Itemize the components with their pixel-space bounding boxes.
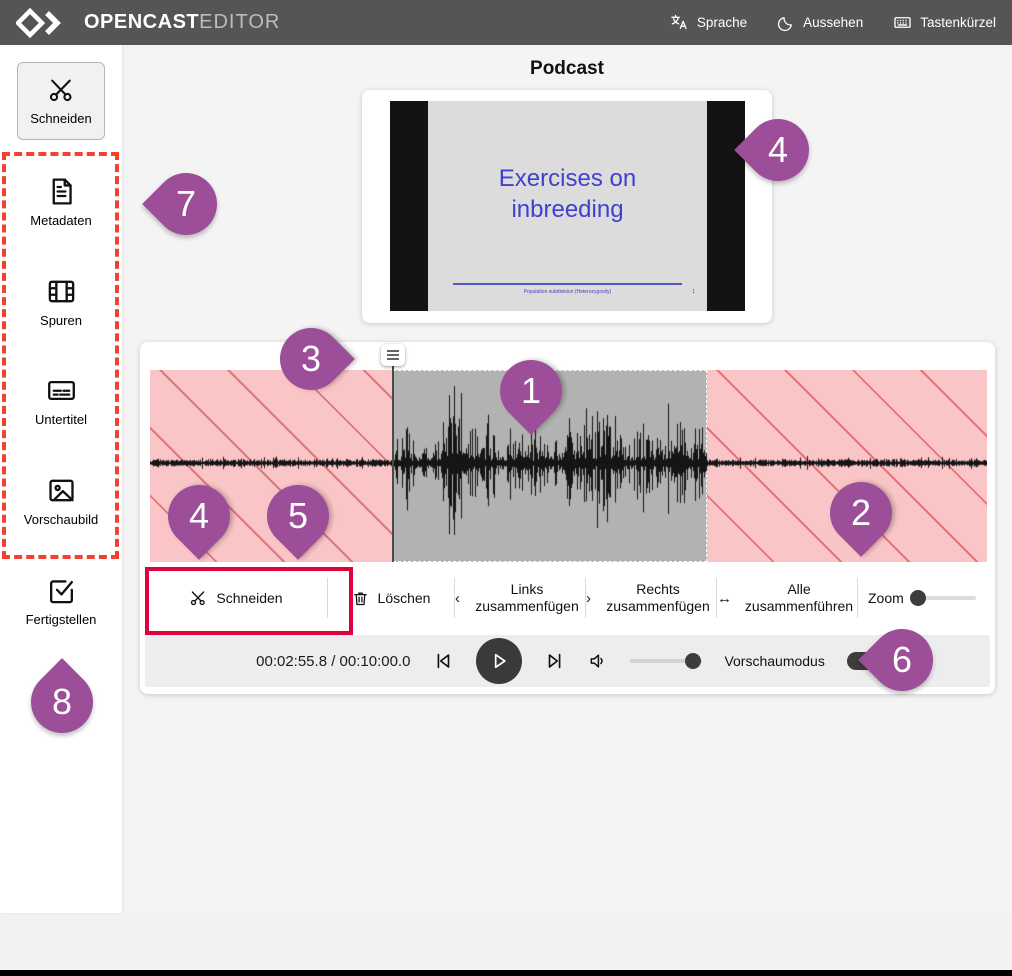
merge-all-label: Alle zusammenführen xyxy=(741,581,857,616)
sidebar-item-label: Untertitel xyxy=(35,412,87,427)
slide-divider-line xyxy=(453,283,682,285)
zoom-slider-knob[interactable] xyxy=(910,590,926,606)
brand-text: OPENCASTEDITOR xyxy=(84,11,280,34)
skip-back-button[interactable] xyxy=(432,650,454,672)
sidebar-item-untertitel[interactable]: Untertitel xyxy=(0,375,122,427)
footer-strip xyxy=(0,913,1012,970)
checkbox-check-icon xyxy=(46,575,77,606)
top-menu: Sprache Aussehen Tastenkürzel xyxy=(670,13,996,32)
play-button[interactable] xyxy=(476,638,522,684)
brand-primary: OPENCAST xyxy=(84,11,199,33)
brand-secondary: EDITOR xyxy=(199,11,280,33)
main-content: Podcast Exercises on inbreeding Populati… xyxy=(122,45,1012,913)
delete-button-label: Löschen xyxy=(378,590,431,606)
timeline-waveform-area xyxy=(150,370,987,562)
preview-mode-label: Vorschaumodus xyxy=(724,653,824,669)
volume-slider-knob[interactable] xyxy=(685,653,701,669)
merge-left-label: Links zusammenfügen xyxy=(469,581,585,616)
cutting-actions-row: Schneiden Löschen ‹ Links zusammenfügen … xyxy=(145,566,990,630)
appearance-button[interactable]: Aussehen xyxy=(777,14,863,32)
slide-title: Exercises on inbreeding xyxy=(428,163,707,225)
shortcuts-button[interactable]: Tastenkürzel xyxy=(893,13,996,32)
sidebar-item-label: Vorschaubild xyxy=(24,512,98,527)
pillarbox-right xyxy=(707,101,745,311)
top-bar: OPENCASTEDITOR Sprache Aussehen xyxy=(0,0,1012,45)
film-icon xyxy=(46,276,77,307)
deleted-hatch-pattern xyxy=(707,370,987,562)
arrow-both-icon: ↔ xyxy=(717,590,732,607)
video-slide: Exercises on inbreeding Population subdi… xyxy=(428,101,707,311)
time-display: 00:02:55.8 / 00:10:00.0 xyxy=(256,653,410,670)
sidebar-item-schneiden[interactable]: Schneiden xyxy=(17,62,105,140)
chevron-left-icon: ‹ xyxy=(455,590,460,607)
zoom-label: Zoom xyxy=(868,590,904,606)
slide-page-number: 1 xyxy=(692,289,695,295)
language-label: Sprache xyxy=(697,15,747,30)
trash-icon xyxy=(352,590,369,607)
language-button[interactable]: Sprache xyxy=(670,13,747,32)
pillarbox-left xyxy=(390,101,428,311)
slide-footer: Population subdivision (Heterozygosity) xyxy=(428,289,707,295)
shortcuts-label: Tastenkürzel xyxy=(920,15,996,30)
image-icon xyxy=(46,475,77,506)
moon-icon xyxy=(777,14,795,32)
delete-button[interactable]: Löschen xyxy=(328,566,454,630)
merge-left-button[interactable]: ‹ Links zusammenfügen xyxy=(455,566,585,630)
document-icon xyxy=(46,176,77,207)
playback-bar: 00:02:55.8 / 00:10:00.0 xyxy=(145,635,990,687)
timeline-card: Schneiden Löschen ‹ Links zusammenfügen … xyxy=(140,342,995,694)
sidebar-item-vorschaubild[interactable]: Vorschaubild xyxy=(0,475,122,527)
opencast-editor-app: OPENCASTEDITOR Sprache Aussehen xyxy=(0,0,1012,976)
sidebar-item-fertigstellen[interactable]: Fertigstellen xyxy=(0,575,122,627)
segment-active[interactable] xyxy=(393,370,707,562)
sidebar-item-label: Metadaten xyxy=(30,213,91,228)
bottom-black-bar xyxy=(0,970,1012,976)
scissors-icon xyxy=(189,589,207,607)
appearance-label: Aussehen xyxy=(803,15,863,30)
subtitles-icon xyxy=(46,375,77,406)
merge-all-button[interactable]: ↔ Alle zusammenführen xyxy=(717,566,857,630)
volume-slider[interactable] xyxy=(630,659,702,663)
opencast-logo: OPENCASTEDITOR xyxy=(16,8,280,38)
segment-deleted-left[interactable] xyxy=(150,370,393,562)
opencast-diamond-icon xyxy=(16,8,74,38)
preview-mode-toggle[interactable] xyxy=(847,652,879,670)
video-player[interactable]: Exercises on inbreeding Population subdi… xyxy=(390,101,745,311)
skip-forward-button[interactable] xyxy=(544,650,566,672)
zoom-control: Zoom xyxy=(858,590,990,606)
scissors-icon xyxy=(47,76,75,104)
sidebar-item-label: Spuren xyxy=(40,313,82,328)
play-icon xyxy=(489,651,509,671)
speaker-icon xyxy=(588,651,608,671)
segment-deleted-right[interactable] xyxy=(707,370,987,562)
chevron-right-icon: › xyxy=(586,590,591,607)
cut-button-label: Schneiden xyxy=(216,590,282,606)
sidebar: Schneiden Metadaten Spuren Untertitel xyxy=(0,45,122,913)
skip-back-icon xyxy=(432,650,454,672)
sidebar-item-label: Fertigstellen xyxy=(26,612,97,627)
volume-button[interactable] xyxy=(588,651,608,671)
translate-icon xyxy=(670,13,689,32)
video-preview-card: Exercises on inbreeding Population subdi… xyxy=(362,90,772,323)
zoom-slider[interactable] xyxy=(912,596,976,600)
sidebar-item-metadaten[interactable]: Metadaten xyxy=(0,176,122,228)
sidebar-item-label: Schneiden xyxy=(30,111,91,126)
cut-button[interactable]: Schneiden xyxy=(145,566,327,630)
merge-right-label: Rechts zusammenfügen xyxy=(600,581,716,616)
keyboard-icon xyxy=(893,13,912,32)
deleted-hatch-pattern xyxy=(150,370,393,562)
sidebar-item-spuren[interactable]: Spuren xyxy=(0,276,122,328)
scrubber-line xyxy=(392,366,394,562)
page-title: Podcast xyxy=(122,58,1012,80)
toggle-knob xyxy=(863,654,877,668)
merge-right-button[interactable]: › Rechts zusammenfügen xyxy=(586,566,716,630)
scrubber-handle[interactable] xyxy=(381,344,405,366)
skip-forward-icon xyxy=(544,650,566,672)
